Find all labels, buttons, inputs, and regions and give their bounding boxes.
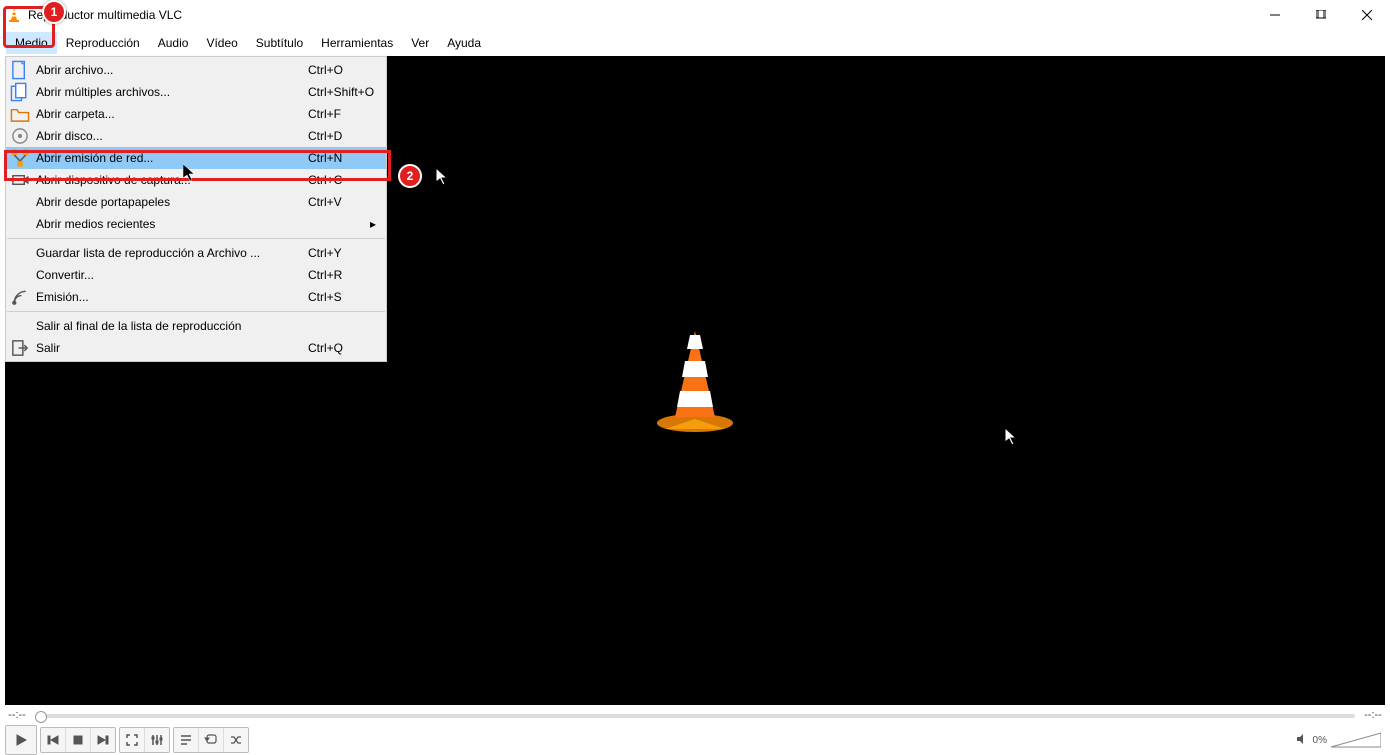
menu-video[interactable]: Vídeo — [197, 32, 246, 54]
blank-icon — [10, 267, 30, 283]
previous-button[interactable] — [41, 728, 66, 752]
volume-slider[interactable] — [1331, 731, 1381, 749]
annotation-badge-1: 1 — [42, 0, 66, 24]
menu-reproduccion[interactable]: Reproducción — [57, 32, 149, 54]
window-controls — [1252, 0, 1390, 30]
blank-icon — [10, 318, 30, 334]
menu-audio[interactable]: Audio — [149, 32, 198, 54]
close-button[interactable] — [1344, 0, 1390, 30]
extended-settings-button[interactable] — [145, 728, 169, 752]
menu-open-folder[interactable]: Abrir carpeta... Ctrl+F — [6, 103, 386, 125]
playlist-button[interactable] — [174, 728, 199, 752]
menu-subtitulo[interactable]: Subtítulo — [247, 32, 312, 54]
medio-dropdown: Abrir archivo... Ctrl+O Abrir múltiples … — [5, 56, 387, 362]
file-icon — [10, 62, 30, 78]
next-button[interactable] — [91, 728, 115, 752]
menu-convert[interactable]: Convertir... Ctrl+R — [6, 264, 386, 286]
files-icon — [10, 84, 30, 100]
blank-icon — [10, 194, 30, 210]
menu-quit[interactable]: Salir Ctrl+Q — [6, 337, 386, 359]
disc-icon — [10, 128, 30, 144]
seek-slider[interactable] — [35, 711, 1355, 719]
network-icon — [10, 150, 30, 166]
speaker-icon[interactable] — [1295, 732, 1309, 749]
menu-open-recent[interactable]: Abrir medios recientes ▸ — [6, 213, 386, 235]
capture-icon — [10, 172, 30, 188]
vlc-logo-cone-icon — [635, 321, 755, 441]
stream-icon — [10, 289, 30, 305]
menu-open-clipboard[interactable]: Abrir desde portapapeles Ctrl+V — [6, 191, 386, 213]
menu-ver[interactable]: Ver — [402, 32, 438, 54]
volume-percent: 0% — [1313, 735, 1327, 746]
menu-herramientas[interactable]: Herramientas — [312, 32, 402, 54]
shuffle-button[interactable] — [224, 728, 248, 752]
menu-open-network-stream[interactable]: Abrir emisión de red... Ctrl+N — [6, 147, 386, 169]
menu-open-disc[interactable]: Abrir disco... Ctrl+D — [6, 125, 386, 147]
menu-quit-after-playlist[interactable]: Salir al final de la lista de reproducci… — [6, 315, 386, 337]
fullscreen-button[interactable] — [120, 728, 145, 752]
play-button[interactable] — [6, 726, 36, 754]
menu-stream[interactable]: Emisión... Ctrl+S — [6, 286, 386, 308]
maximize-button[interactable] — [1298, 0, 1344, 30]
playback-controls: --:-- --:-- 0% — [5, 707, 1385, 753]
titlebar: Reproductor multimedia VLC — [0, 0, 1390, 30]
loop-button[interactable] — [199, 728, 224, 752]
blank-icon — [10, 216, 30, 232]
menu-save-playlist[interactable]: Guardar lista de reproducción a Archivo … — [6, 242, 386, 264]
annotation-badge-2: 2 — [398, 164, 422, 188]
blank-icon — [10, 245, 30, 261]
time-total: --:-- — [1361, 709, 1385, 721]
menu-open-capture-device[interactable]: Abrir dispositivo de captura... Ctrl+C — [6, 169, 386, 191]
vlc-cone-icon — [6, 7, 22, 23]
time-elapsed: --:-- — [5, 709, 29, 721]
menu-ayuda[interactable]: Ayuda — [438, 32, 490, 54]
menu-medio[interactable]: Medio — [6, 32, 57, 54]
submenu-arrow-icon: ▸ — [370, 217, 376, 231]
menu-separator — [7, 311, 385, 312]
stop-button[interactable] — [66, 728, 91, 752]
minimize-button[interactable] — [1252, 0, 1298, 30]
menubar: Medio Reproducción Audio Vídeo Subtítulo… — [0, 30, 1390, 57]
menu-separator — [7, 238, 385, 239]
folder-icon — [10, 106, 30, 122]
quit-icon — [10, 340, 30, 356]
menu-open-file[interactable]: Abrir archivo... Ctrl+O — [6, 59, 386, 81]
menu-open-multiple-files[interactable]: Abrir múltiples archivos... Ctrl+Shift+O — [6, 81, 386, 103]
